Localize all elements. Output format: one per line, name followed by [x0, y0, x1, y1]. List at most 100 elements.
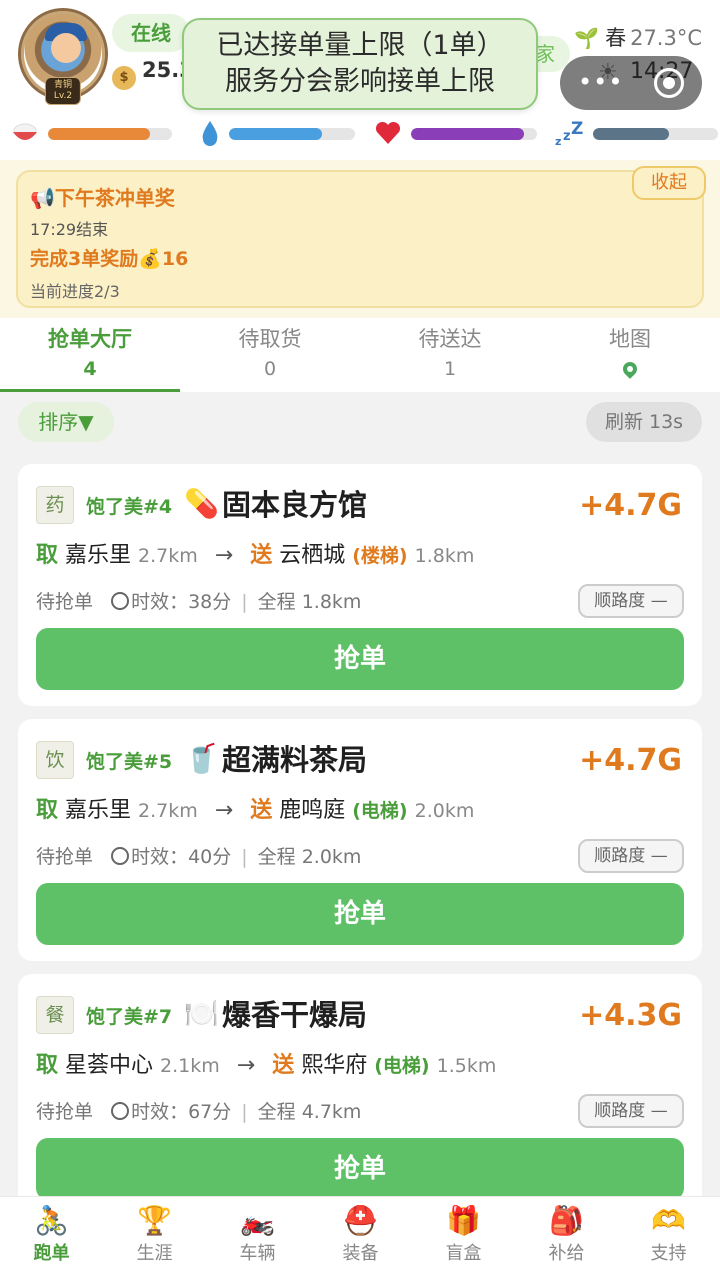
shop-name: 固本良方馆 — [222, 488, 368, 522]
sleep-zzz-icon: z z Z — [555, 119, 583, 148]
promo-card: 📢下午茶冲单奖 17:29结束 完成3单奖励💰16 当前进度2/3 收起 — [16, 166, 706, 308]
dropoff-label: 送 — [272, 1053, 295, 1078]
nav-vehicle[interactable]: 🏍️ 车辆 — [206, 1203, 309, 1277]
nav-support[interactable]: 🫶 支持 — [617, 1203, 720, 1277]
toast-line-2: 服务分会影响接单上限 — [225, 66, 495, 97]
water-drop-icon — [202, 121, 218, 146]
dropoff-location: 鹿鸣庭 — [279, 798, 346, 823]
thirst-bar — [229, 128, 323, 140]
temperature-label: 27.3°C — [630, 26, 702, 50]
promo-end-time: 17:29结束 — [30, 220, 109, 239]
order-route: 取 嘉乐里 2.7km → 送 鹿鸣庭 (电梯) 2.0km — [36, 795, 474, 827]
tab-label: 待送达 — [418, 327, 482, 351]
tab-count: 0 — [263, 358, 277, 380]
grab-order-button[interactable]: 抢单 — [36, 628, 684, 690]
category-tag: 药 — [36, 486, 74, 524]
refresh-button[interactable]: 刷新 13s — [586, 402, 702, 442]
collapse-promo-button[interactable]: 收起 — [632, 166, 706, 200]
tab-order-hall[interactable]: 抢单大厅 4 — [0, 318, 180, 392]
pill-icon: 💊 — [184, 487, 219, 520]
face-icon — [51, 33, 81, 63]
pickup-label: 取 — [36, 543, 59, 568]
close-capsule-icon[interactable] — [654, 68, 684, 98]
promo-title: 📢下午茶冲单奖 — [30, 182, 175, 211]
route-match-button[interactable]: 顺路度 — — [578, 584, 684, 618]
pickup-location: 嘉乐里 — [65, 798, 132, 823]
tab-map[interactable]: 地图 — [540, 318, 720, 392]
shop-name: 超满料茶局 — [222, 743, 368, 777]
miniprogram-capsule[interactable]: ••• ☀ 14:27 — [560, 56, 702, 110]
rice-bowl-icon — [13, 123, 37, 140]
platform-brand: 饱了美#5 — [86, 751, 173, 773]
nav-label: 支持 — [650, 1243, 687, 1264]
drink-cup-icon: 🥤 — [184, 742, 219, 775]
order-status: 待抢单 — [36, 846, 94, 868]
thirst-stat — [195, 116, 355, 152]
sprout-icon: 🌱 — [574, 26, 600, 50]
arrow-right-icon: → — [236, 1053, 256, 1078]
order-reward: +4.3G — [579, 998, 682, 1033]
shop-name: 爆香干爆局 — [222, 998, 368, 1032]
sort-button[interactable]: 排序▼ — [18, 402, 114, 442]
nav-label: 车辆 — [239, 1243, 276, 1264]
order-meta: 待抢单 时效：38分 | 全程 1.8km — [36, 591, 362, 613]
tab-pending-delivery[interactable]: 待送达 1 — [360, 318, 540, 392]
category-tag: 餐 — [36, 996, 74, 1034]
grab-order-button[interactable]: 抢单 — [36, 1138, 684, 1200]
order-meta: 待抢单 时效：40分 | 全程 2.0km — [36, 846, 362, 868]
access-tag: (电梯) — [374, 1055, 430, 1077]
map-pin-icon — [620, 359, 640, 379]
health-stat — [373, 116, 539, 152]
tab-pending-pickup[interactable]: 待取货 0 — [180, 318, 360, 392]
vital-stats: z z Z — [0, 116, 720, 152]
route-match-button[interactable]: 顺路度 — — [578, 1094, 684, 1128]
pickup-location: 星荟中心 — [65, 1053, 154, 1078]
dropoff-distance: 1.5km — [436, 1055, 497, 1077]
order-route: 取 嘉乐里 2.7km → 送 云栖城 (楼梯) 1.8km — [36, 540, 474, 572]
order-total-distance: 全程 2.0km — [257, 846, 362, 868]
nav-label: 装备 — [342, 1243, 379, 1264]
nav-supplies[interactable]: 🎒 补给 — [515, 1203, 618, 1277]
sun-icon: ☀ — [598, 60, 618, 85]
platform-brand: 饱了美#4 — [86, 496, 173, 518]
hunger-bar — [48, 128, 150, 140]
stopwatch-icon — [111, 1102, 130, 1120]
nav-equipment[interactable]: ⛑️ 装备 — [309, 1203, 412, 1277]
order-card: 饮 饱了美#5 🥤 超满料茶局 +4.7G 取 嘉乐里 2.7km → 送 鹿鸣… — [18, 719, 702, 961]
arrow-right-icon: → — [214, 543, 234, 568]
order-total-distance: 全程 1.8km — [257, 591, 362, 613]
backpack-icon: 🎒 — [549, 1204, 584, 1237]
nav-label: 生涯 — [136, 1243, 173, 1264]
helmet-icon: ⛑️ — [343, 1204, 378, 1237]
stopwatch-icon — [111, 847, 130, 865]
dropoff-distance: 1.8km — [414, 545, 475, 567]
order-status: 待抢单 — [36, 591, 94, 613]
arrow-right-icon: → — [214, 798, 234, 823]
promo-title-text: 下午茶冲单奖 — [54, 186, 175, 210]
order-card: 药 饱了美#4 💊 固本良方馆 +4.7G 取 嘉乐里 2.7km → 送 云栖… — [18, 464, 702, 706]
dropoff-location: 云栖城 — [279, 543, 346, 568]
gift-box-icon: 🎁 — [446, 1204, 481, 1237]
grab-order-button[interactable]: 抢单 — [36, 883, 684, 945]
pickup-distance: 2.7km — [138, 545, 198, 567]
route-match-button[interactable]: 顺路度 — — [578, 839, 684, 873]
nav-run-orders[interactable]: 🚴 跑单 — [0, 1203, 103, 1277]
hunger-stat — [10, 116, 175, 152]
player-avatar[interactable]: 青铜 Lv.2 — [18, 8, 108, 105]
order-status: 待抢单 — [36, 1101, 94, 1123]
nav-label: 跑单 — [33, 1243, 70, 1264]
nav-blind-box[interactable]: 🎁 盲盒 — [412, 1203, 515, 1277]
online-status-toggle[interactable]: 在线 — [112, 14, 190, 52]
promo-reward: 完成3单奖励💰16 — [30, 248, 189, 270]
tab-label: 待取货 — [238, 327, 302, 351]
nav-career[interactable]: 🏆 生涯 — [103, 1203, 206, 1277]
nav-label: 盲盒 — [445, 1243, 482, 1264]
energy-bar — [593, 128, 670, 140]
status-header: 青铜 Lv.2 在线 回家 $25.3 🌱春27.3°C ••• ☀ 14:27… — [0, 0, 720, 160]
order-tabs: 抢单大厅 4 待取货 0 待送达 1 地图 — [0, 318, 720, 392]
access-tag: (电梯) — [352, 800, 408, 822]
order-reward: +4.7G — [579, 743, 682, 778]
tab-count: 1 — [443, 358, 457, 380]
trophy-icon: 🏆 — [137, 1204, 172, 1237]
order-total-distance: 全程 4.7km — [257, 1101, 362, 1123]
